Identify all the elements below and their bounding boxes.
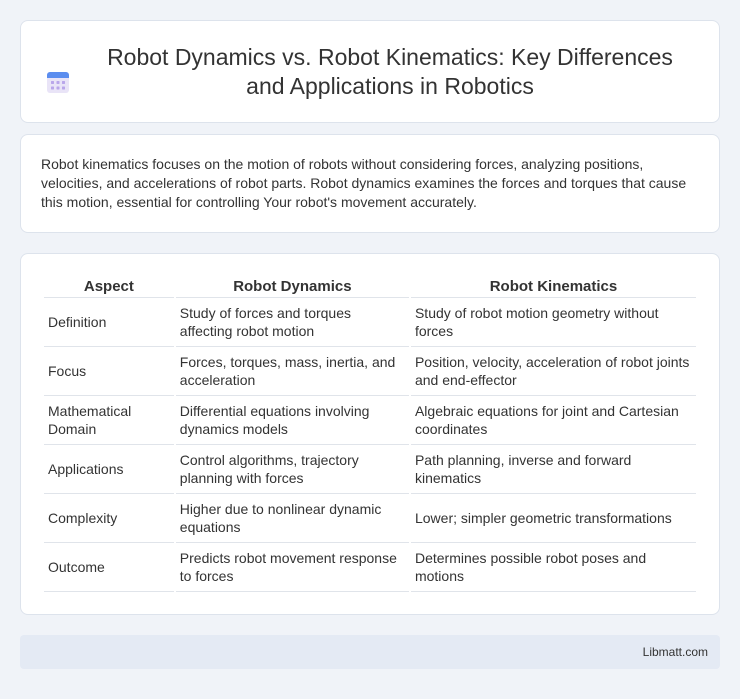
- cell-kinematics: Determines possible robot poses and moti…: [410, 543, 696, 592]
- table-row: Focus Forces, torques, mass, inertia, an…: [44, 347, 696, 396]
- footer: Libmatt.com: [20, 635, 720, 669]
- table-row: Definition Study of forces and torques a…: [44, 298, 696, 347]
- cell-kinematics: Study of robot motion geometry without f…: [410, 298, 696, 347]
- header-robot-dynamics: Robot Dynamics: [175, 274, 409, 298]
- intro-paragraph: Robot kinematics focuses on the motion o…: [41, 156, 687, 210]
- cell-kinematics: Algebraic equations for joint and Cartes…: [410, 396, 696, 445]
- cell-kinematics: Lower; simpler geometric transformations: [410, 494, 696, 543]
- cell-dynamics: Control algorithms, trajectory planning …: [175, 445, 409, 494]
- calendar-icon: [47, 71, 69, 93]
- table-row: Mathematical Domain Differential equatio…: [44, 396, 696, 445]
- title-card: Robot Dynamics vs. Robot Kinematics: Key…: [20, 20, 720, 123]
- table-row: Applications Control algorithms, traject…: [44, 445, 696, 494]
- cell-dynamics: Study of forces and torques affecting ro…: [175, 298, 409, 347]
- cell-dynamics: Differential equations involving dynamic…: [175, 396, 409, 445]
- table-card: Aspect Robot Dynamics Robot Kinematics D…: [20, 253, 720, 615]
- cell-kinematics: Path planning, inverse and forward kinem…: [410, 445, 696, 494]
- cell-dynamics: Higher due to nonlinear dynamic equation…: [175, 494, 409, 543]
- cell-aspect: Outcome: [44, 543, 174, 592]
- cell-aspect: Applications: [44, 445, 174, 494]
- comparison-table: Aspect Robot Dynamics Robot Kinematics D…: [42, 274, 698, 592]
- page-title: Robot Dynamics vs. Robot Kinematics: Key…: [107, 43, 673, 99]
- cell-kinematics: Position, velocity, acceleration of robo…: [410, 347, 696, 396]
- intro-card: Robot kinematics focuses on the motion o…: [20, 134, 720, 233]
- table-header-row: Aspect Robot Dynamics Robot Kinematics: [44, 274, 696, 298]
- title-wrap: Robot Dynamics vs. Robot Kinematics: Key…: [45, 43, 695, 101]
- cell-aspect: Definition: [44, 298, 174, 347]
- cell-dynamics: Predicts robot movement response to forc…: [175, 543, 409, 592]
- cell-dynamics: Forces, torques, mass, inertia, and acce…: [175, 347, 409, 396]
- header-robot-kinematics: Robot Kinematics: [410, 274, 696, 298]
- cell-aspect: Mathematical Domain: [44, 396, 174, 445]
- cell-aspect: Focus: [44, 347, 174, 396]
- header-aspect: Aspect: [44, 274, 174, 298]
- cell-aspect: Complexity: [44, 494, 174, 543]
- table-row: Complexity Higher due to nonlinear dynam…: [44, 494, 696, 543]
- table-row: Outcome Predicts robot movement response…: [44, 543, 696, 592]
- footer-site-link[interactable]: Libmatt.com: [643, 645, 708, 659]
